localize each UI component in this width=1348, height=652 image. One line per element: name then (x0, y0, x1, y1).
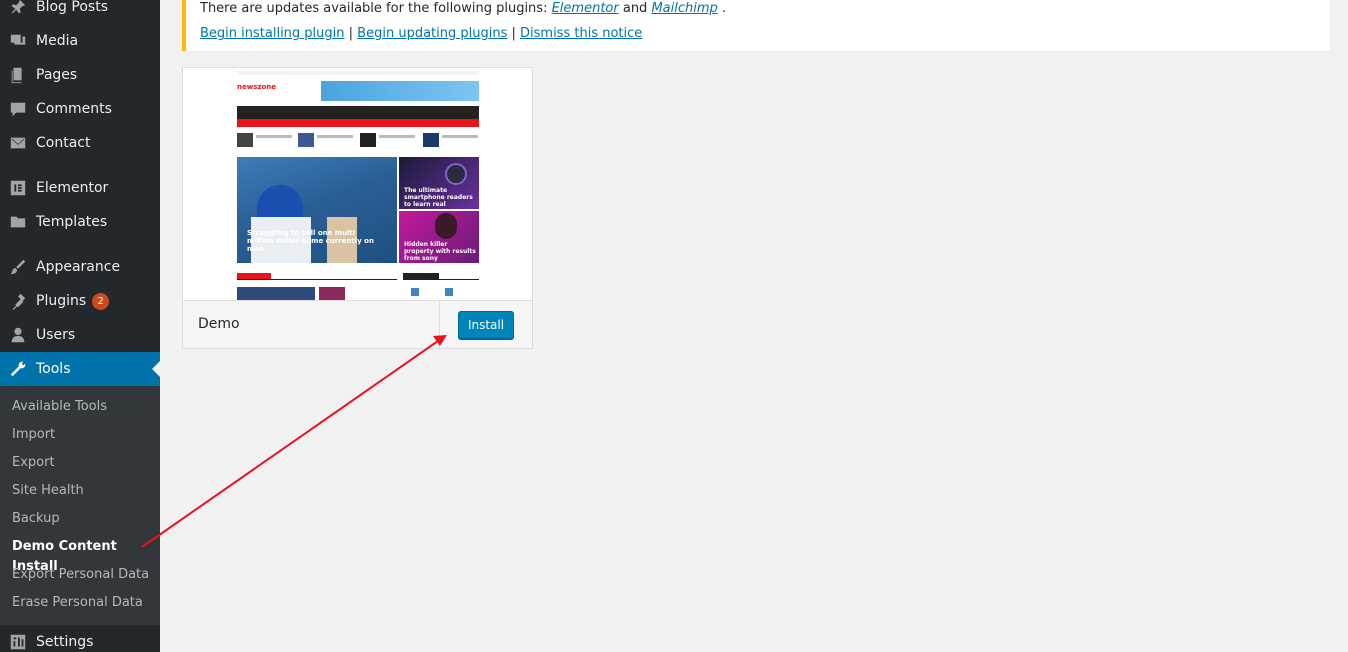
preview-logo: newszone (237, 83, 276, 91)
submenu-available-tools[interactable]: Available Tools (12, 397, 107, 417)
menu-item-users[interactable]: Users (0, 318, 160, 352)
menu-item-elementor[interactable]: Elementor (0, 171, 160, 205)
menu-label: Appearance (36, 259, 121, 275)
menu-item-media[interactable]: Media (0, 24, 160, 58)
pages-icon (0, 66, 36, 84)
comment-icon (0, 100, 36, 118)
preview-thumb (298, 133, 314, 147)
menu-label: Contact (36, 135, 91, 151)
begin-updating-link[interactable]: Begin updating plugins (357, 26, 507, 41)
notice-text: There are updates available for the foll… (200, 1, 552, 16)
submenu-erase-personal-data[interactable]: Erase Personal Data (12, 593, 143, 613)
preview-side-headline-2: Hidden killer property with results from… (404, 241, 476, 262)
preview-thumb (360, 133, 376, 147)
elementor-icon (0, 179, 36, 197)
notice-actions: Begin installing plugin | Begin updating… (200, 26, 642, 41)
submenu-demo-content-install[interactable]: Demo Content Install (12, 537, 160, 574)
preview-line (256, 135, 292, 138)
notice-message: There are updates available for the foll… (200, 1, 726, 16)
preview-line (379, 135, 415, 138)
media-icon (0, 32, 36, 50)
begin-installing-link[interactable]: Begin installing plugin (200, 26, 345, 41)
menu-label: Pages (36, 67, 78, 83)
preview-side-image-2: Hidden killer property with results from… (399, 211, 479, 263)
submenu-export[interactable]: Export (12, 453, 55, 473)
menu-label: Elementor (36, 180, 109, 196)
preview-thumb-bottom (237, 287, 315, 300)
submenu-backup[interactable]: Backup (12, 509, 60, 529)
menu-item-blog-posts[interactable]: Blog Posts (0, 0, 160, 24)
preview-topbar (237, 71, 479, 75)
preview-side-headline-1: The ultimate smartphone readers to learn… (404, 187, 473, 208)
preview-banner-ad (321, 81, 479, 101)
preview-thumb (237, 133, 253, 147)
menu-label: Templates (36, 214, 108, 230)
preview-ticker (237, 119, 479, 127)
menu-item-contact[interactable]: Contact (0, 126, 160, 160)
demo-screenshot[interactable]: newszone Struggling to sell one multi mi… (183, 68, 532, 300)
preview-line (317, 135, 353, 138)
menu-item-plugins[interactable]: Plugins 2 (0, 284, 160, 318)
install-button[interactable]: Install (458, 311, 514, 339)
submenu-export-personal-data[interactable]: Export Personal Data (12, 565, 149, 585)
preview-hero-headline: Struggling to sell one multi million dol… (247, 229, 374, 253)
arrow-line (141, 340, 439, 548)
preview-check (411, 288, 419, 296)
menu-item-tools[interactable]: Tools (0, 352, 160, 386)
preview-navbar (237, 106, 479, 119)
update-count-badge: 2 (92, 292, 110, 310)
menu-item-templates[interactable]: Templates (0, 205, 160, 239)
brush-icon (0, 258, 36, 276)
notice-text-and: and (618, 1, 652, 16)
preview-vr-headset (445, 163, 467, 185)
demo-name: Demo (198, 316, 240, 332)
preview-thumb-bottom (319, 287, 345, 300)
plugin-icon (0, 292, 36, 310)
preview-thumb (423, 133, 439, 147)
elementor-plugin-link[interactable]: Elementor (552, 1, 619, 16)
plugin-update-notice: There are updates available for the foll… (182, 0, 1330, 51)
menu-label: Settings (36, 634, 94, 650)
demo-card: newszone Struggling to sell one multi mi… (182, 67, 533, 349)
preview-line (442, 135, 478, 138)
menu-label: Media (36, 33, 79, 49)
submenu-site-health[interactable]: Site Health (12, 481, 84, 501)
menu-label: Blog Posts (36, 0, 108, 15)
admin-sidebar: Blog Posts Media Pages Comments Contact … (0, 0, 160, 652)
pin-icon (0, 0, 36, 16)
preview-divider (237, 279, 397, 280)
menu-item-pages[interactable]: Pages (0, 58, 160, 92)
menu-label: Comments (36, 101, 112, 117)
menu-item-settings[interactable]: Settings (0, 625, 160, 652)
menu-item-comments[interactable]: Comments (0, 92, 160, 126)
menu-label: Plugins (36, 293, 87, 309)
preview-dome (257, 185, 303, 219)
separator: | (344, 26, 358, 41)
separator: | (507, 26, 521, 41)
demo-card-footer: Demo Install (183, 300, 532, 349)
mailchimp-plugin-link[interactable]: Mailchimp (651, 1, 717, 16)
settings-icon (0, 633, 36, 651)
preview-side-image-1: The ultimate smartphone readers to learn… (399, 157, 479, 209)
submenu-import[interactable]: Import (12, 425, 55, 445)
menu-item-appearance[interactable]: Appearance (0, 250, 160, 284)
preview-hero-image: Struggling to sell one multi million dol… (237, 157, 397, 263)
dismiss-notice-link[interactable]: Dismiss this notice (520, 26, 642, 41)
mail-icon (0, 134, 36, 152)
menu-label: Tools (36, 361, 71, 377)
preview-portrait (435, 213, 457, 239)
preview-check (445, 288, 453, 296)
menu-label: Users (36, 327, 76, 343)
folder-icon (0, 213, 36, 231)
notice-text-suffix: . (717, 1, 727, 16)
wrench-icon (0, 360, 36, 378)
footer-divider (439, 301, 440, 349)
user-icon (0, 326, 36, 344)
active-indicator (152, 361, 160, 377)
preview-divider (403, 279, 479, 280)
tools-submenu: Available Tools Import Export Site Healt… (0, 386, 160, 625)
